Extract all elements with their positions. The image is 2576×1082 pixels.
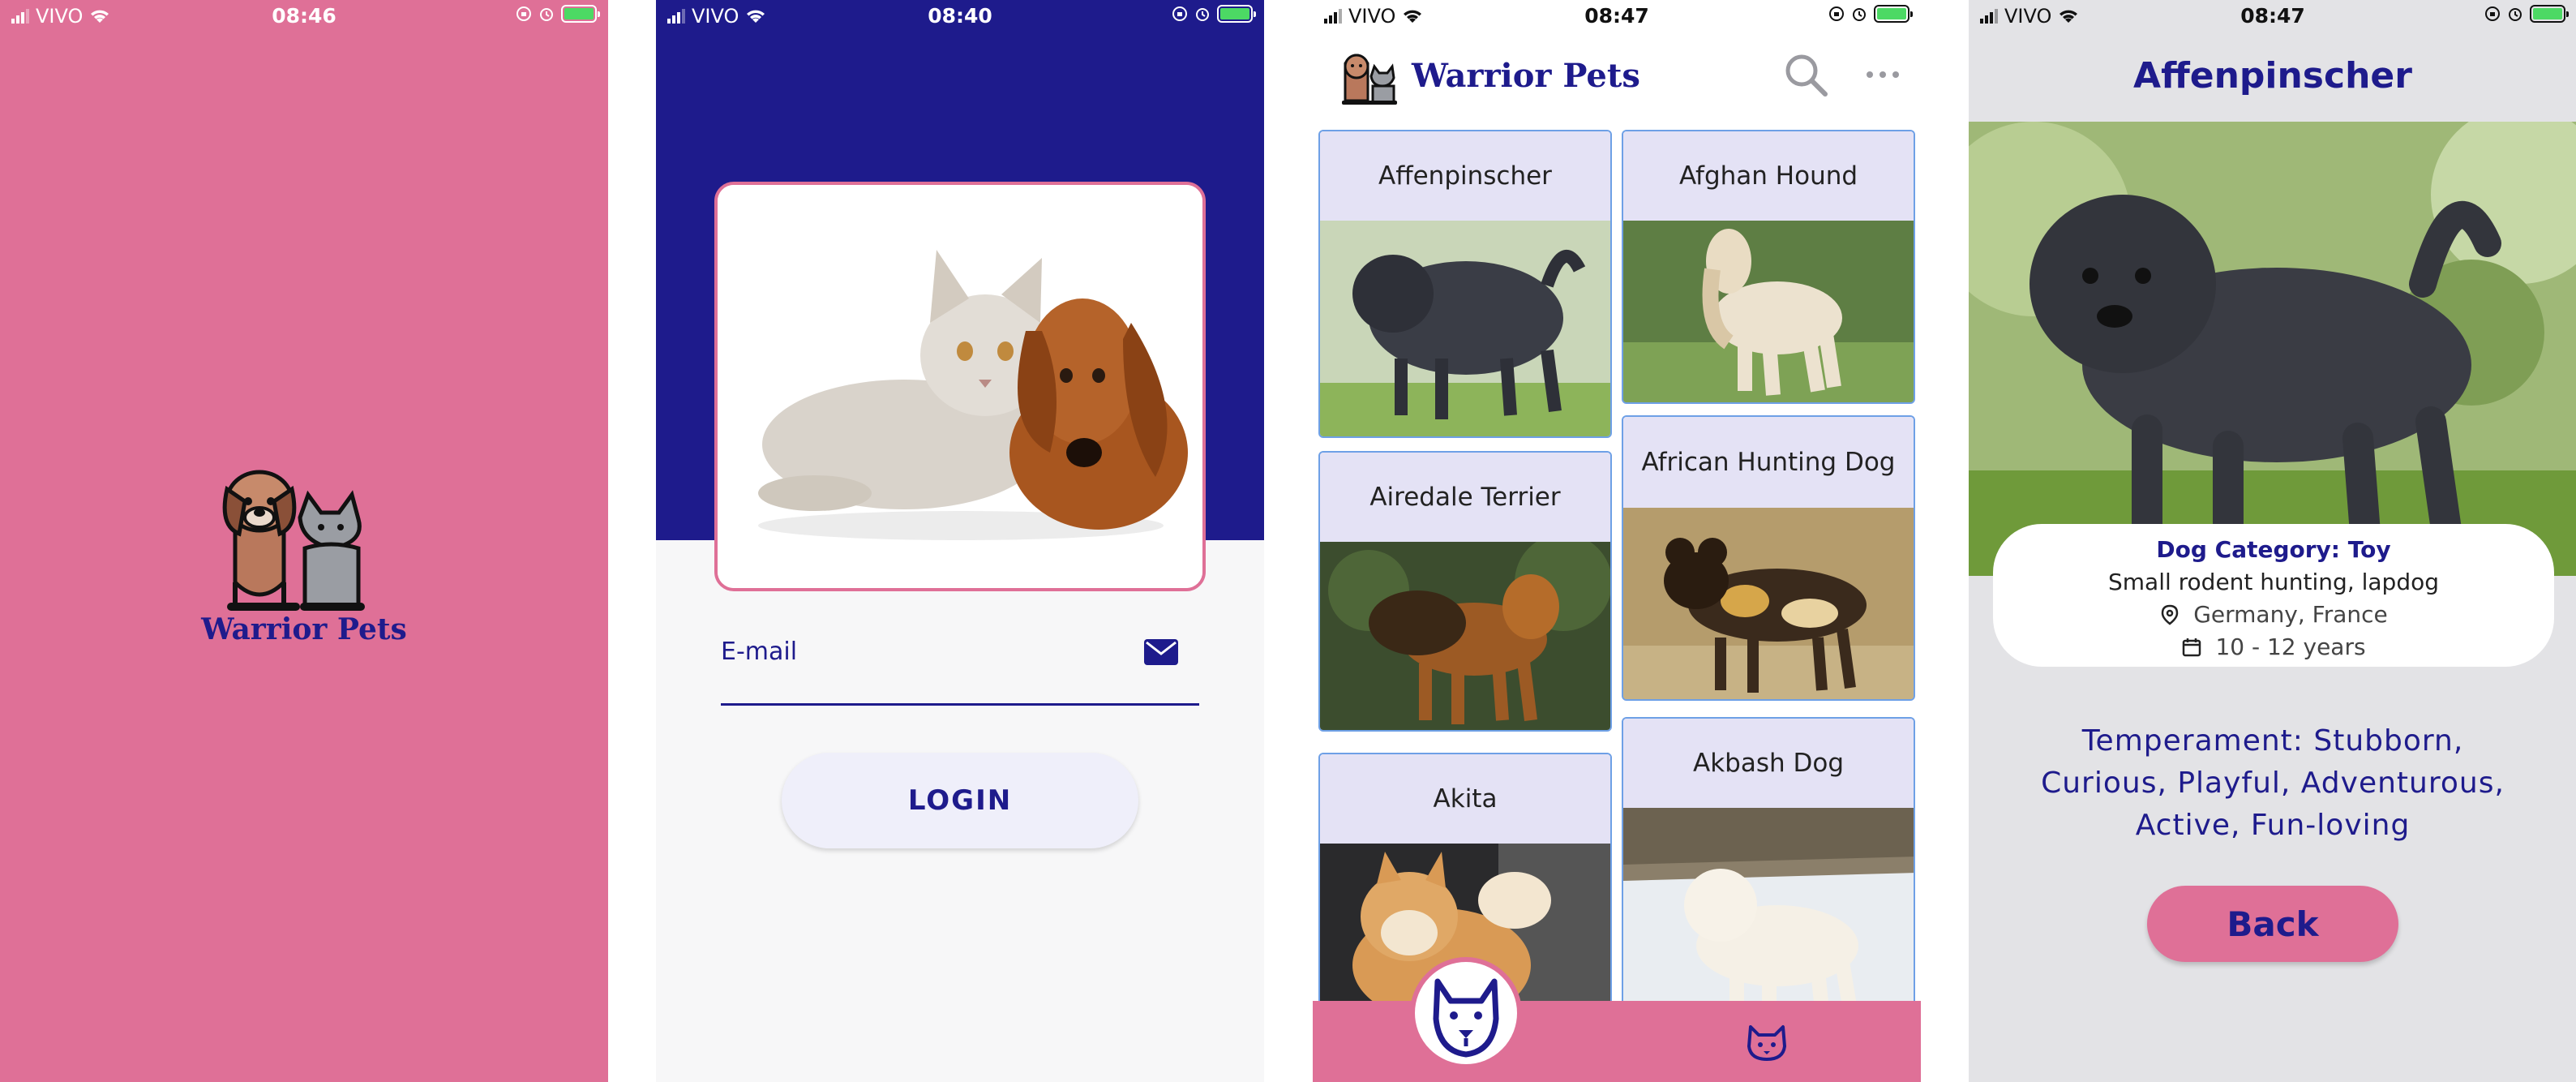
- app-logo-icon: [1342, 54, 1397, 105]
- search-icon[interactable]: [1781, 50, 1830, 99]
- status-right: [2484, 5, 2569, 23]
- breed-name: Affenpinscher: [1320, 131, 1610, 221]
- breed-info-card: Dog Category: Toy Small rodent hunting, …: [1993, 524, 2554, 667]
- calendar-icon: [2183, 638, 2201, 657]
- breed-detail-screen: VIVO 08:47 Affenpinscher Dog Category: T…: [1969, 0, 2576, 1082]
- breed-card-affenpinscher[interactable]: Affenpinscher: [1318, 130, 1612, 438]
- origin: Germany, France: [2193, 601, 2388, 628]
- email-label: E-mail: [721, 638, 798, 666]
- breed-name: Akbash Dog: [1623, 719, 1914, 808]
- splash-app-name: Warrior Pets: [201, 612, 407, 646]
- alarm-icon: [2509, 8, 2522, 21]
- dog-category: Dog Category: Toy: [2156, 536, 2391, 563]
- back-button[interactable]: Back: [2147, 886, 2398, 962]
- breed-photo-afghan-hound: [1623, 221, 1914, 402]
- breed-card-african-hunting-dog[interactable]: African Hunting Dog: [1622, 415, 1915, 701]
- temperament: Temperament: Stubborn, Curious, Playful,…: [2041, 724, 2505, 842]
- battery-icon: [2530, 5, 2569, 23]
- dog-face-icon: [1433, 978, 1499, 1058]
- breed-card-airedale-terrier[interactable]: Airedale Terrier: [1318, 451, 1612, 732]
- breed-photo-airedale-terrier: [1320, 542, 1610, 730]
- breed-name: Airedale Terrier: [1320, 453, 1610, 542]
- email-field[interactable]: E-mail: [721, 625, 1199, 706]
- breed-name: African Hunting Dog: [1623, 417, 1914, 508]
- login-button[interactable]: LOGIN: [782, 753, 1138, 848]
- tab-dogs[interactable]: [1410, 957, 1522, 1069]
- bred-for: Small rodent hunting, lapdog: [2107, 569, 2440, 595]
- app-title: Warrior Pets: [1412, 57, 1640, 95]
- breed-photo: [1969, 122, 2576, 576]
- hero-image-card: [714, 182, 1206, 591]
- status-bar: VIVO 08:47: [1969, 0, 2576, 32]
- status-bar: VIVO 08:46: [0, 0, 608, 32]
- login-screen: VIVO 08:40 E-mail LOGIN: [656, 0, 1264, 1082]
- lock-rotation-icon: [2485, 6, 2500, 21]
- lock-rotation-icon: [516, 6, 531, 21]
- status-right: [516, 5, 600, 23]
- bottom-tab-bar: [1313, 1001, 1921, 1082]
- cat-face-icon[interactable]: [1742, 1017, 1791, 1066]
- battery-icon: [1217, 5, 1256, 23]
- status-right: [1172, 5, 1256, 23]
- cat-and-dog-photo: [718, 185, 1202, 588]
- battery-icon: [1874, 5, 1913, 23]
- status-bar: VIVO 08:40: [656, 0, 1264, 32]
- alarm-icon: [540, 8, 553, 21]
- app-bar: Warrior Pets: [1313, 32, 1921, 122]
- life-span-row: 10 - 12 years: [1993, 631, 2554, 663]
- location-pin-icon: [2161, 604, 2179, 625]
- more-options-icon[interactable]: [1864, 68, 1901, 81]
- life-span: 10 - 12 years: [2215, 633, 2366, 660]
- alarm-icon: [1196, 8, 1209, 21]
- breed-photo-akbash-dog: [1623, 808, 1914, 1011]
- breed-name: Akita: [1320, 754, 1610, 844]
- splash-screen: VIVO 08:46 Warrior Pets: [0, 0, 608, 1082]
- breed-list-screen: VIVO 08:47 Warrior Pets Affenpinscher Ai…: [1313, 0, 1921, 1082]
- breed-card-afghan-hound[interactable]: Afghan Hound: [1622, 130, 1915, 404]
- battery-icon: [561, 5, 600, 23]
- breed-photo-african-hunting-dog: [1623, 508, 1914, 699]
- alarm-icon: [1853, 8, 1866, 21]
- breed-photo-affenpinscher: [1320, 221, 1610, 436]
- lock-rotation-icon: [1172, 6, 1187, 21]
- app-screenshots: VIVO 08:46 Warrior Pets VIVO 08:40 E-mai…: [0, 0, 2576, 1082]
- page-title: Affenpinscher: [2133, 55, 2412, 97]
- status-bar: VIVO 08:47: [1313, 0, 1921, 32]
- breed-card-akbash-dog[interactable]: Akbash Dog: [1622, 717, 1915, 1012]
- breed-name: Afghan Hound: [1623, 131, 1914, 221]
- mail-icon: [1144, 639, 1178, 665]
- lock-rotation-icon: [1829, 6, 1844, 21]
- status-right: [1828, 5, 1913, 23]
- origin-row: Germany, France: [1993, 599, 2554, 631]
